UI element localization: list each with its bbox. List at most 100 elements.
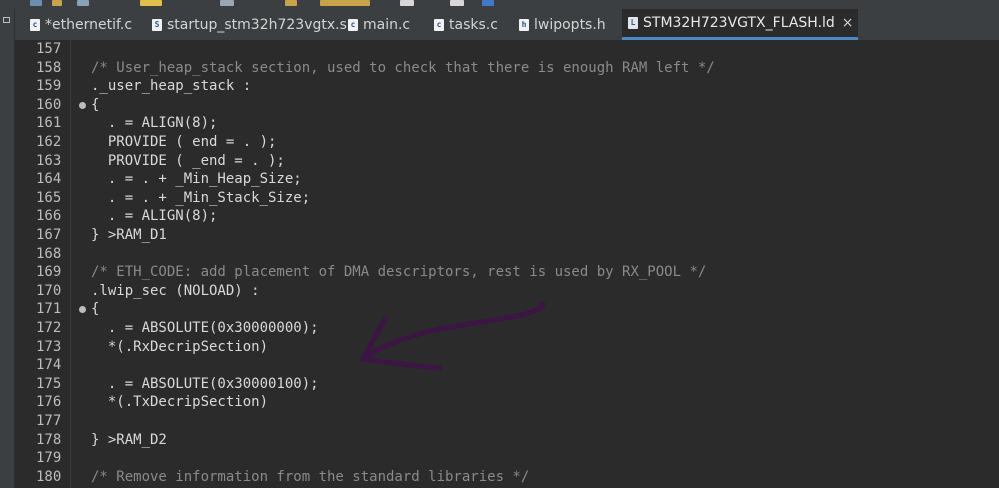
code-line[interactable]: 179	[15, 449, 999, 468]
code-line[interactable]: 172 . = ABSOLUTE(0x30000000);	[15, 319, 999, 338]
line-number: 174	[36, 357, 62, 374]
code-line[interactable]: 160 {	[15, 96, 999, 115]
line-number: 158	[36, 59, 62, 76]
code-text: . = ALIGN(8);	[91, 208, 218, 225]
line-number: 180	[36, 468, 62, 485]
line-number: 169	[36, 264, 62, 281]
code-line[interactable]: 176 *(.TxDecripSection)	[15, 393, 999, 412]
line-number: 175	[36, 375, 62, 392]
code-comment: /* ETH_CODE: add placement of DMA descri…	[91, 264, 707, 281]
code-comment: /* Remove information from the standard …	[91, 468, 530, 485]
code-text: } >RAM_D1	[91, 227, 167, 243]
line-number: 161	[36, 115, 62, 132]
tab-main-c[interactable]: c main.c	[348, 9, 410, 40]
line-number: 178	[36, 431, 62, 448]
code-line[interactable]: 177	[15, 412, 999, 431]
code-line[interactable]: 168	[15, 245, 999, 264]
code-text: PROVIDE ( _end = . );	[91, 152, 285, 169]
code-text: .lwip_sec (NOLOAD) :	[91, 282, 260, 299]
line-number: 176	[36, 394, 62, 411]
toolbar-icon[interactable]	[450, 0, 464, 6]
code-line[interactable]: 169 /* ETH_CODE: add placement of DMA des…	[15, 263, 999, 282]
toolbar-icon[interactable]	[77, 0, 89, 6]
code-text: *(.TxDecripSection)	[91, 394, 269, 411]
toolbar-icon[interactable]	[220, 0, 234, 6]
line-number: 162	[36, 134, 62, 150]
code-line[interactable]: 178 } >RAM_D2	[15, 431, 999, 450]
code-text: ._user_heap_stack :	[91, 78, 252, 95]
tab-label: lwipopts.h	[534, 16, 606, 33]
code-line[interactable]: 167 } >RAM_D1	[15, 226, 999, 245]
code-text: . = . + _Min_Heap_Size;	[91, 171, 302, 188]
top-toolbar	[0, 0, 999, 9]
code-line[interactable]: 161 . = ALIGN(8);	[15, 114, 999, 133]
code-line[interactable]: 180 /* Remove information from the standa…	[15, 468, 999, 487]
code-line[interactable]: 166 . = ALIGN(8);	[15, 207, 999, 226]
line-number: 157	[36, 41, 62, 57]
code-text: . = ABSOLUTE(0x30000100);	[91, 375, 319, 392]
fold-toggle-icon[interactable]	[79, 101, 86, 109]
code-line[interactable]: 164 . = . + _Min_Heap_Size;	[15, 170, 999, 189]
c-source-file-icon: c	[348, 18, 358, 31]
code-line[interactable]: 175 . = ABSOLUTE(0x30000100);	[15, 375, 999, 394]
code-line[interactable]: 171 {	[15, 300, 999, 319]
code-text: *(.RxDecripSection)	[91, 338, 269, 355]
side-panel-strip	[0, 9, 15, 488]
line-number: 160	[36, 96, 62, 113]
toolbar-icon[interactable]	[140, 0, 162, 6]
fold-toggle-icon[interactable]	[79, 306, 86, 314]
code-text: {	[91, 301, 100, 318]
linker-script-icon: L	[628, 17, 638, 29]
tab-startup-stm32h723vgtx-s[interactable]: S startup_stm32h723vgtx.s	[152, 9, 347, 40]
code-line[interactable]: 163 PROVIDE ( _end = . );	[15, 152, 999, 171]
code-line[interactable]: 158 /* User_heap_stack section, used to c…	[15, 59, 999, 78]
code-line[interactable]: 170 .lwip_sec (NOLOAD) :	[15, 282, 999, 301]
code-line[interactable]: 162 PROVIDE ( end = . );	[15, 133, 999, 152]
close-tab-icon[interactable]: ×	[842, 15, 854, 31]
line-number: 165	[36, 189, 62, 206]
tab-label: startup_stm32h723vgtx.s	[167, 16, 347, 33]
code-text: } >RAM_D2	[91, 431, 167, 448]
tab-label: STM32H723VGTX_FLASH.ld	[643, 15, 835, 31]
tab-lwipopts-h[interactable]: h lwipopts.h	[519, 9, 606, 40]
line-number: 179	[36, 450, 62, 467]
toolbar-icon[interactable]	[400, 0, 414, 6]
line-number: 166	[36, 208, 62, 225]
line-number: 167	[36, 227, 62, 243]
assembly-file-icon: S	[152, 18, 162, 31]
line-number: 163	[36, 152, 62, 169]
line-number: 172	[36, 320, 62, 336]
line-number: 171	[36, 301, 62, 318]
code-line[interactable]: 173 *(.RxDecripSection)	[15, 338, 999, 357]
code-text: PROVIDE ( end = . );	[91, 134, 277, 150]
code-line[interactable]: 159 ._user_heap_stack :	[15, 77, 999, 96]
code-text: . = . + _Min_Stack_Size;	[91, 189, 311, 206]
toolbar-icon[interactable]	[482, 0, 494, 6]
c-source-file-icon: c	[30, 18, 40, 31]
toolbar-icon[interactable]	[30, 0, 42, 6]
code-line[interactable]: 174	[15, 356, 999, 375]
header-file-icon: h	[519, 18, 529, 31]
tab-ethernetif-c[interactable]: c *ethernetif.c	[30, 9, 132, 40]
toolbar-icon[interactable]	[52, 0, 62, 6]
line-number: 168	[36, 245, 62, 262]
minimize-icon[interactable]	[3, 17, 10, 23]
tab-label: main.c	[363, 16, 411, 33]
toolbar-icon[interactable]	[285, 0, 297, 6]
tab-tasks-c[interactable]: c tasks.c	[434, 9, 498, 40]
code-text: {	[91, 96, 100, 113]
code-comment: /* User_heap_stack section, used to chec…	[91, 59, 715, 76]
c-source-file-icon: c	[434, 18, 444, 31]
code-text: . = ABSOLUTE(0x30000000);	[91, 320, 319, 336]
tab-label: *ethernetif.c	[45, 16, 133, 33]
tab-stm32h723vgtx-flash-ld[interactable]: L STM32H723VGTX_FLASH.ld ×	[622, 9, 858, 40]
line-number: 170	[36, 282, 62, 299]
code-line[interactable]: 157	[15, 40, 999, 59]
code-text: . = ALIGN(8);	[91, 115, 218, 132]
toolbar-icon[interactable]	[320, 0, 370, 6]
line-number: 164	[36, 171, 62, 188]
line-number: 177	[36, 413, 62, 429]
line-number: 159	[36, 78, 62, 95]
code-line[interactable]: 165 . = . + _Min_Stack_Size;	[15, 189, 999, 208]
line-number: 173	[36, 338, 62, 355]
